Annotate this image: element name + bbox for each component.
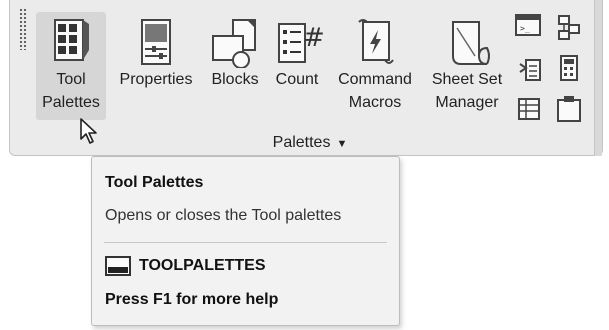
ribbon-edge [594, 0, 602, 156]
command-macros-label-1: Command [338, 71, 412, 88]
svg-text:#: # [303, 23, 323, 53]
mouse-pointer-icon [80, 118, 97, 144]
blocks-label: Blocks [211, 71, 259, 88]
sheet-set-manager-icon [452, 21, 490, 65]
sheet-set-manager-button[interactable]: Sheet Set Manager [424, 12, 510, 120]
tooltip-title: Tool Palettes [105, 174, 204, 191]
count-button[interactable]: # Count [268, 12, 326, 102]
tool-palettes-label-1: Tool [56, 71, 86, 88]
palettes-panel-label[interactable]: Palettes ▼ [250, 134, 370, 152]
tooltip-help: Press F1 for more help [105, 291, 279, 308]
blocks-button[interactable]: Blocks [205, 12, 265, 102]
command-line-icon[interactable]: >_ [514, 13, 542, 39]
command-macros-icon [358, 19, 394, 64]
calculator-icon[interactable] [558, 54, 580, 82]
design-center-icon[interactable] [555, 13, 583, 41]
sheet-set-manager-label-2: Manager [435, 94, 499, 111]
layers-list-icon[interactable] [517, 56, 543, 84]
tooltip-divider [104, 242, 387, 243]
tooltip: Tool Palettes Opens or closes the Tool p… [91, 156, 400, 326]
properties-button[interactable]: Properties [111, 12, 201, 102]
panel-grip-handle[interactable] [19, 8, 28, 50]
grid-list-icon[interactable] [516, 96, 542, 122]
clipboard-icon[interactable] [555, 94, 583, 124]
panel-expand-arrow-icon[interactable]: ▼ [336, 138, 347, 150]
command-macros-label-2: Macros [348, 94, 402, 111]
tool-palettes-icon [54, 19, 89, 61]
tool-palettes-label-2: Palettes [42, 94, 100, 111]
command-macros-button[interactable]: Command Macros [329, 12, 421, 120]
sheet-set-manager-label-1: Sheet Set [431, 71, 503, 88]
tooltip-description: Opens or closes the Tool palettes [105, 207, 342, 224]
count-label: Count [275, 71, 319, 88]
command-window-icon [105, 256, 131, 276]
tooltip-command-name: TOOLPALETTES [139, 257, 266, 274]
palettes-panel-title: Palettes [272, 134, 331, 151]
properties-label: Properties [119, 71, 193, 88]
tooltip-command: TOOLPALETTES [105, 256, 266, 276]
count-icon: # [278, 23, 323, 63]
blocks-icon [212, 19, 256, 68]
tool-palettes-button[interactable]: Tool Palettes [36, 12, 106, 120]
properties-icon [141, 19, 171, 65]
svg-text:>_: >_ [520, 24, 530, 33]
